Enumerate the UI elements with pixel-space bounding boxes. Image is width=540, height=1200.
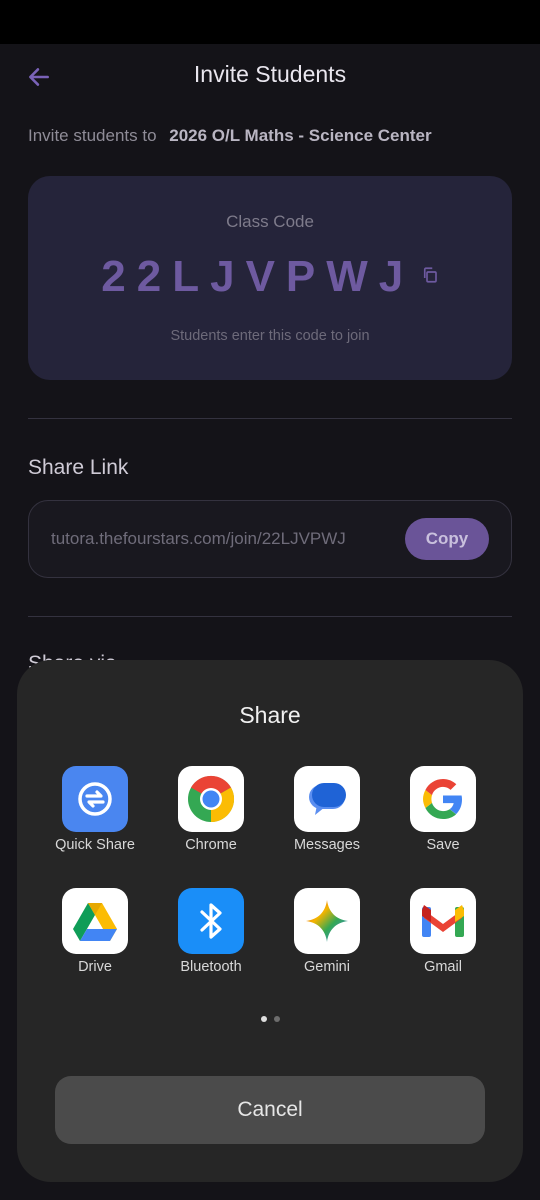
share-link-title: Share Link [28,456,129,479]
class-code-value: 22LJVPWJ [101,252,415,301]
chrome-icon [178,766,244,832]
page-dot [273,1016,280,1022]
app-label: Messages [293,837,361,853]
app-label: Drive [78,959,112,975]
bluetooth-icon [178,888,244,954]
class-code-row: 22LJVPWJ [28,252,512,302]
share-sheet: Share Quick Share Chrome Messages Save D… [17,660,523,1182]
app-label: Gemini [304,959,350,975]
copy-link-button[interactable]: Copy [405,518,489,560]
page-title: Invite Students [193,61,347,87]
app-label: Gmail [424,959,462,975]
class-name: 2026 O/L Maths - Science Center [169,126,432,145]
app-label: Quick Share [55,837,135,853]
quick-share-icon [62,766,128,832]
top-app-bar: Invite Students [0,44,540,108]
invite-description: Invite students to 2026 O/L Maths - Scie… [28,126,432,146]
share-target-messages[interactable]: Messages [269,766,385,853]
page-indicator [17,1016,523,1022]
share-link-box: tutora.thefourstars.com/join/22LJVPWJ Co… [28,500,512,578]
share-sheet-title: Share [239,702,301,728]
copy-code-button[interactable] [421,266,439,289]
divider [28,418,512,419]
share-target-gmail[interactable]: Gmail [385,888,501,975]
app-label: Bluetooth [180,959,242,975]
class-code-hint: Students enter this code to join [170,328,370,344]
share-target-bluetooth[interactable]: Bluetooth [153,888,269,975]
messages-icon [294,766,360,832]
drive-icon [62,888,128,954]
invite-prefix: Invite students to [28,126,157,145]
app-label: Chrome [185,837,237,853]
share-target-chrome[interactable]: Chrome [153,766,269,853]
app-label: Save [426,837,460,853]
share-target-quick-share[interactable]: Quick Share [37,766,153,853]
class-code-label: Class Code [226,212,314,231]
page-dot [260,1016,267,1022]
share-link-url: tutora.thefourstars.com/join/22LJVPWJ [51,529,346,548]
share-target-drive[interactable]: Drive [37,888,153,975]
share-target-save[interactable]: Save [385,766,501,853]
share-target-gemini[interactable]: Gemini [269,888,385,975]
gmail-icon [410,888,476,954]
status-bar [0,0,540,44]
copy-icon [423,267,437,283]
class-code-card: Class Code 22LJVPWJ Students enter this … [28,176,512,380]
gemini-icon [294,888,360,954]
cancel-button[interactable]: Cancel [55,1076,485,1144]
divider [28,616,512,617]
google-icon [410,766,476,832]
